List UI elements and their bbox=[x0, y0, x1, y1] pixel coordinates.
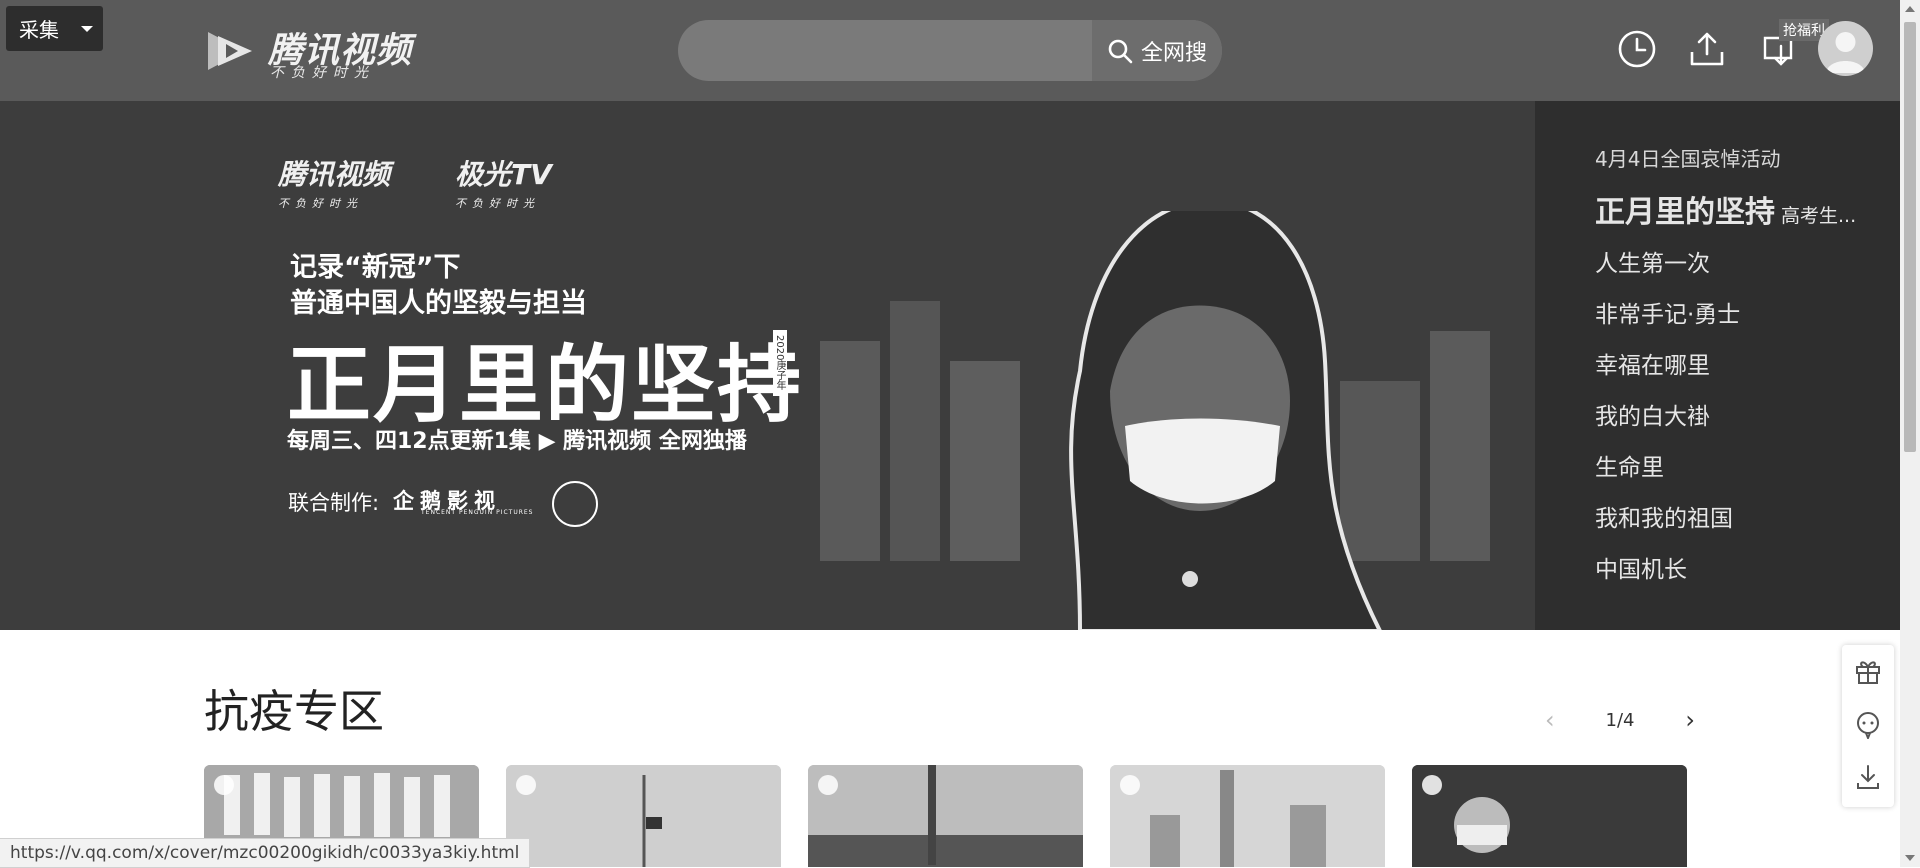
search-bar: 全网搜 bbox=[678, 20, 1222, 81]
producer-logo: 企鹅影视 TENCENT PENGUIN PICTURES bbox=[393, 485, 533, 516]
scroll-down-icon[interactable] bbox=[1905, 855, 1915, 861]
section-pager: ‹ 1/4 › bbox=[1545, 705, 1695, 735]
download-icon[interactable] bbox=[1854, 763, 1882, 791]
sidelist-item[interactable]: 人生第一次 bbox=[1595, 244, 1710, 278]
sidelist-active-sub: 高考生... bbox=[1781, 205, 1857, 227]
chevron-right-icon[interactable]: › bbox=[1685, 706, 1695, 734]
flash-icon bbox=[1120, 775, 1140, 795]
search-input[interactable] bbox=[698, 32, 1102, 70]
scrollbar-thumb[interactable] bbox=[1904, 22, 1916, 452]
sidelist-item[interactable]: 非常手记·勇士 bbox=[1595, 295, 1740, 329]
search-button-label: 全网搜 bbox=[1140, 40, 1207, 66]
sidelist-item[interactable]: 我的白大褂 bbox=[1595, 397, 1710, 431]
banner-logo-tencent: 腾讯视频 不负好时光 bbox=[278, 153, 390, 211]
thumbnail-image bbox=[1412, 765, 1687, 867]
sidelist-item[interactable]: 生命里 bbox=[1595, 448, 1664, 482]
banner-slogan-1: 不负好时光 bbox=[278, 197, 363, 210]
search-icon bbox=[1108, 39, 1133, 63]
banner-slogan-2: 不负好时光 bbox=[455, 197, 540, 210]
banner-update-info: 每周三、四12点更新1集 ▶ 腾讯视频 全网独播 bbox=[287, 429, 747, 454]
scroll-up-icon[interactable] bbox=[1905, 6, 1915, 12]
video-thumbnail[interactable] bbox=[808, 765, 1083, 867]
sidelist-item[interactable]: 4月4日全国哀悼活动 bbox=[1595, 143, 1780, 172]
feedback-icon[interactable] bbox=[1854, 711, 1882, 739]
banner-brand-1: 腾讯视频 bbox=[278, 158, 391, 191]
floating-toolbar bbox=[1842, 645, 1894, 807]
top-header: 采集 腾讯视频 不负好时光 全网搜 抢福利 bbox=[0, 0, 1900, 101]
chevron-left-icon[interactable]: ‹ bbox=[1545, 706, 1555, 734]
chevron-down-icon bbox=[81, 26, 93, 32]
collect-button[interactable]: 采集 bbox=[6, 6, 103, 51]
pager-indicator: 1/4 bbox=[1606, 710, 1635, 731]
sidelist-active-label: 正月里的坚持 bbox=[1595, 195, 1775, 230]
hero-banner[interactable]: 腾讯视频 不负好时光 极光TV 不负好时光 记录“新冠”下 普通中国人的坚毅与担… bbox=[0, 101, 1535, 630]
thumbnail-image bbox=[808, 765, 1083, 867]
video-thumbnail[interactable] bbox=[1110, 765, 1385, 867]
sidelist-item[interactable]: 幸福在哪里 bbox=[1595, 346, 1710, 380]
upload-icon[interactable] bbox=[1686, 28, 1728, 70]
banner-illustration bbox=[820, 211, 1490, 630]
flash-icon bbox=[516, 775, 536, 795]
banner-side-list: 4月4日全国哀悼活动 正月里的坚持 高考生... 人生第一次 非常手记·勇士 幸福… bbox=[1535, 101, 1900, 630]
gift-icon[interactable] bbox=[1854, 657, 1882, 685]
thumbnail-image bbox=[1110, 765, 1385, 867]
logo-slogan: 不负好时光 bbox=[270, 65, 375, 81]
page-scrollbar[interactable] bbox=[1900, 0, 1920, 867]
section-title: 抗疫专区 bbox=[204, 685, 385, 738]
video-thumbnail[interactable] bbox=[1412, 765, 1687, 867]
play-icon bbox=[214, 775, 234, 795]
site-logo[interactable]: 腾讯视频 不负好时光 bbox=[204, 22, 424, 82]
banner-tagline-2: 普通中国人的坚毅与担当 bbox=[290, 288, 587, 319]
video-thumbnail[interactable] bbox=[506, 765, 781, 867]
pager-current: 1 bbox=[1605, 709, 1617, 731]
banner-tagline-1: 记录“新冠”下 bbox=[290, 252, 461, 283]
year-badge: 2020庚子年 bbox=[773, 330, 787, 396]
flash-icon bbox=[1422, 775, 1442, 795]
banner-title: 正月里的坚持 bbox=[287, 336, 804, 434]
sidelist-item[interactable]: 我和我的祖国 bbox=[1595, 499, 1733, 533]
producer-name-en: TENCENT PENGUIN PICTURES bbox=[421, 509, 534, 516]
partner-logo-icon bbox=[552, 481, 598, 527]
search-button[interactable]: 全网搜 bbox=[1092, 20, 1222, 81]
banner-logo-jiguang: 极光TV 不负好时光 bbox=[455, 153, 552, 211]
collect-label: 采集 bbox=[19, 18, 59, 42]
status-bar-url: https://v.qq.com/x/cover/mzc00200gikidh/… bbox=[0, 838, 531, 868]
sidelist-item[interactable]: 中国机长 bbox=[1595, 550, 1687, 584]
history-icon[interactable] bbox=[1616, 28, 1658, 70]
avatar[interactable] bbox=[1818, 21, 1873, 76]
flash-icon bbox=[818, 775, 838, 795]
banner-brand-2: 极光TV bbox=[455, 158, 552, 191]
producer-label: 联合制作: bbox=[288, 491, 380, 515]
play-logo-icon bbox=[208, 32, 252, 70]
sidelist-item-active[interactable]: 正月里的坚持 高考生... bbox=[1595, 187, 1856, 231]
user-icon bbox=[1826, 32, 1865, 73]
pager-total: 4 bbox=[1623, 709, 1635, 731]
thumbnail-image bbox=[506, 765, 781, 867]
